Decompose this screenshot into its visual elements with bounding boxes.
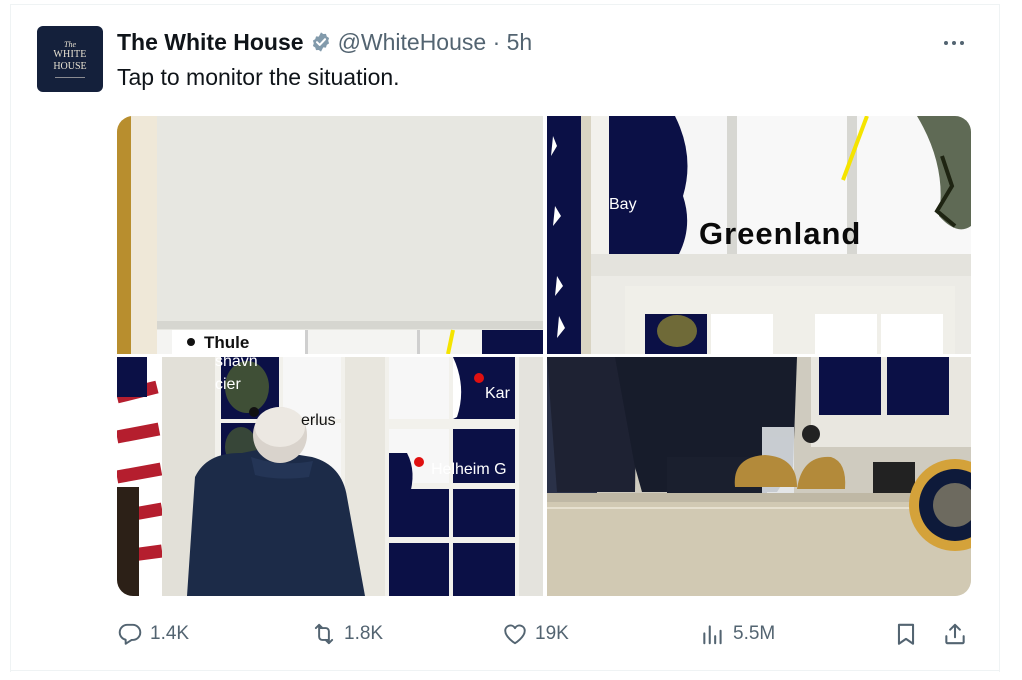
view-count: 5.5M bbox=[733, 623, 776, 644]
card-border-left bbox=[10, 4, 11, 672]
views-button[interactable]: 5.5M bbox=[700, 618, 775, 650]
avatar[interactable]: The WHITE HOUSE bbox=[37, 26, 103, 92]
map-label-cier: cier bbox=[215, 376, 241, 393]
bookmark-icon bbox=[897, 623, 915, 645]
avatar-text-white: WHITE bbox=[53, 49, 87, 60]
map-label-erlus: erlus bbox=[301, 412, 336, 429]
avatar-divider bbox=[55, 77, 85, 78]
tweet-actions: 1.4K 1.8K 19K 5.5M bbox=[117, 618, 977, 650]
image-man-at-window: shavn cier erlus Kar Helheim G bbox=[117, 357, 543, 596]
media-image-3[interactable]: shavn cier erlus Kar Helheim G bbox=[117, 357, 543, 596]
handle-and-time[interactable]: @WhiteHouse · 5h bbox=[338, 29, 533, 56]
image-window-shade: Thule bbox=[117, 116, 543, 354]
repost-button[interactable]: 1.8K bbox=[311, 618, 383, 650]
avatar-text-house: HOUSE bbox=[53, 61, 87, 72]
image-resolute-desk bbox=[547, 357, 971, 596]
more-dot bbox=[960, 41, 964, 45]
map-label-havn: shavn bbox=[215, 357, 258, 370]
repost-icon bbox=[314, 623, 334, 645]
image-greenland-window: Bay Greenland bbox=[547, 116, 971, 354]
more-options-button[interactable] bbox=[944, 36, 970, 50]
card-border-bottom bbox=[10, 670, 1000, 671]
more-horizontal-icon bbox=[944, 41, 948, 45]
views-chart-icon bbox=[703, 625, 722, 645]
avatar-text-the: The bbox=[64, 40, 76, 49]
like-button[interactable]: 19K bbox=[502, 618, 569, 650]
bookmark-button[interactable] bbox=[893, 618, 919, 650]
tweet-text: Tap to monitor the situation. bbox=[117, 64, 400, 90]
media-image-1[interactable]: Thule bbox=[117, 116, 543, 354]
media-grid: Thule Bay Greenland shavn cier erlus Kar… bbox=[117, 116, 971, 596]
media-image-2[interactable]: Bay Greenland bbox=[547, 116, 971, 354]
map-label-thule: Thule bbox=[204, 333, 249, 352]
card-border-top bbox=[10, 4, 1000, 5]
map-label-bay: Bay bbox=[609, 196, 637, 213]
reply-button[interactable]: 1.4K bbox=[117, 618, 189, 650]
author-name[interactable]: The White House bbox=[117, 29, 304, 56]
media-image-4[interactable] bbox=[547, 357, 971, 596]
map-label-kar: Kar bbox=[485, 385, 511, 402]
verified-badge-icon[interactable] bbox=[310, 31, 332, 53]
like-count: 19K bbox=[535, 623, 569, 644]
share-button[interactable] bbox=[942, 618, 968, 650]
tweet-header: The White House @WhiteHouse · 5h bbox=[117, 28, 532, 56]
reply-icon bbox=[118, 623, 142, 645]
share-icon bbox=[945, 623, 965, 645]
card-border-right bbox=[999, 4, 1000, 672]
heart-icon bbox=[504, 624, 526, 645]
map-label-helheim: Helheim G bbox=[431, 461, 507, 478]
map-label-greenland: Greenland bbox=[699, 216, 861, 251]
repost-count: 1.8K bbox=[344, 623, 384, 644]
reply-count: 1.4K bbox=[150, 623, 190, 644]
more-dot bbox=[952, 41, 956, 45]
